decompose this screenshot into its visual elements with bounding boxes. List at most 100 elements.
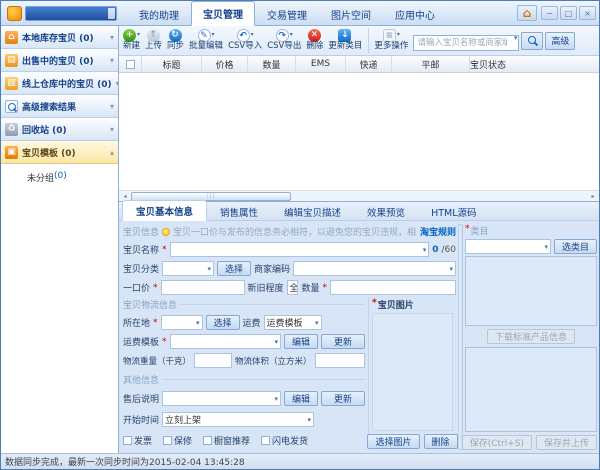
item-category-label: 宝贝分类 xyxy=(123,262,159,275)
toolbar-button-label: 删除 xyxy=(306,42,323,52)
search-input[interactable] xyxy=(413,35,519,51)
app-window: 我的助理 宝贝管理 交易管理 图片空间 应用中心 ⌂ − □ × xyxy=(0,0,600,470)
sidebar-item-local-inventory[interactable]: ⌂ 本地库存宝贝 (0) ▾ ▴ xyxy=(1,26,118,49)
tab-edit-description[interactable]: *编辑宝贝描述 xyxy=(271,202,354,221)
search-button[interactable] xyxy=(521,32,543,50)
tab-basic-info[interactable]: *宝贝基本信息 xyxy=(122,200,207,221)
maximize-button[interactable]: □ xyxy=(560,6,577,20)
search-dropdown-arrow-icon[interactable]: ▾ xyxy=(514,34,518,42)
grid-column-header[interactable]: 标题 xyxy=(141,56,201,72)
new-button[interactable]: + ▾ 新建 xyxy=(121,28,142,53)
search-icon xyxy=(527,35,538,46)
dropdown-arrow-icon: ▾ xyxy=(137,32,140,39)
select-image-button[interactable]: 选择图片 xyxy=(367,434,419,449)
title-bar: 我的助理 宝贝管理 交易管理 图片空间 应用中心 ⌂ − □ × xyxy=(1,1,599,26)
dropdown-arrow-icon: ▾ xyxy=(397,32,400,39)
sidebar-item-on-sale[interactable]: ▤ 出售中的宝贝 (0) ▾ ▴ xyxy=(1,49,118,72)
tab-sales-attributes[interactable]: *销售属性 xyxy=(207,202,271,221)
item-name-combo[interactable]: ▾ xyxy=(170,242,430,257)
advanced-search-button[interactable]: 高级 xyxy=(545,32,575,50)
section-title-logistics: 宝贝物流信息 xyxy=(123,298,177,311)
sidebar-subitem-ungrouped[interactable]: 未分组 (0) xyxy=(1,164,118,184)
sidebar-item-recycle-bin[interactable]: ♻ 回收站 (0) ▾ ▴ xyxy=(1,118,118,141)
aftersale-combo[interactable]: ▾ xyxy=(162,391,281,406)
choose-category-button[interactable]: 选择 xyxy=(217,261,251,276)
weight-input[interactable] xyxy=(194,353,232,368)
upload-button[interactable]: ↑ 上传 xyxy=(143,28,164,53)
quantity-input[interactable] xyxy=(330,280,456,295)
tab-html-source[interactable]: *HTML源码 xyxy=(418,202,489,221)
volume-input[interactable] xyxy=(315,353,365,368)
checkbox-invoice[interactable]: 发票 xyxy=(123,434,152,447)
price-input[interactable] xyxy=(161,280,245,295)
chevron-down-icon[interactable]: ▾ xyxy=(110,102,114,111)
checkbox-warranty[interactable]: 保修 xyxy=(163,434,192,447)
merchant-code-combo[interactable]: ▾ xyxy=(293,261,456,276)
toolbar-button-label: CSV导出 xyxy=(267,42,301,52)
sidebar-item-advanced-search-results[interactable]: 高级搜索结果 ▾ ▴ xyxy=(1,95,118,118)
close-button[interactable]: × xyxy=(579,6,596,20)
delete-image-button[interactable]: 删除 xyxy=(424,434,458,449)
grid-column-header[interactable]: 价格 xyxy=(201,56,247,72)
choose-location-button[interactable]: 选择 xyxy=(206,315,240,330)
account-selector[interactable] xyxy=(25,6,117,21)
category-combo[interactable]: ▾ xyxy=(465,239,551,254)
minimize-button[interactable]: − xyxy=(541,6,558,20)
more-actions-button[interactable]: ≡ ▾ 更多操作 xyxy=(368,28,410,53)
chevron-down-icon[interactable]: ▾ xyxy=(110,33,114,42)
choose-category-tree-button[interactable]: 选类目 xyxy=(554,239,597,254)
grid-column-header[interactable]: 平邮 xyxy=(391,56,469,72)
sync-button[interactable]: ↻ 同步 xyxy=(165,28,186,53)
select-all-checkbox[interactable] xyxy=(126,60,135,69)
sidebar-item-item-templates[interactable]: ▣ 宝贝模板 (0) ▾ ▴ xyxy=(1,141,118,164)
freight-combo[interactable]: 运费模板 ▾ xyxy=(264,315,322,330)
save-button[interactable]: 保存(Ctrl+S) xyxy=(462,435,532,450)
tab-my-assistant[interactable]: 我的助理 xyxy=(127,2,191,26)
grid-column-header[interactable]: 快递 xyxy=(345,56,391,72)
item-category-combo[interactable]: ▾ xyxy=(162,261,214,276)
tab-image-space[interactable]: 图片空间 xyxy=(319,2,383,26)
save-and-upload-button[interactable]: 保存并上传 xyxy=(536,435,597,450)
dropdown-arrow-icon: ▾ xyxy=(212,32,215,39)
chevron-down-icon[interactable]: ▾ xyxy=(116,79,118,88)
grid-column-header[interactable]: 数量 xyxy=(247,56,295,72)
start-time-combo[interactable]: 立刻上架 ▾ xyxy=(162,412,314,427)
panel-splitter[interactable] xyxy=(458,224,463,450)
freight-template-combo[interactable]: ▾ xyxy=(170,334,281,349)
checkbox-window-recommend[interactable]: 橱窗推荐 xyxy=(203,434,250,447)
main-nav-tabs: 我的助理 宝贝管理 交易管理 图片空间 应用中心 xyxy=(127,1,447,25)
chevron-up-icon[interactable]: ▴ xyxy=(110,148,114,157)
condition-combo[interactable]: 全新 ▾ xyxy=(287,280,299,295)
home-button[interactable]: ⌂ xyxy=(517,5,537,21)
location-combo[interactable]: ▾ xyxy=(161,315,203,330)
update-category-button[interactable]: ↓ 更新类目 xyxy=(326,28,364,53)
chevron-down-icon[interactable]: ▾ xyxy=(110,125,114,134)
update-freight-template-button[interactable]: 更新 xyxy=(321,334,365,349)
edit-aftersale-button[interactable]: 编辑 xyxy=(284,391,318,406)
start-time-label: 开始时间 xyxy=(123,413,159,426)
csv-export-button[interactable]: ↷ ▾ CSV导出 xyxy=(265,28,303,53)
update-aftersale-button[interactable]: 更新 xyxy=(321,391,365,406)
grid-column-header[interactable]: 宝贝状态 xyxy=(469,56,506,72)
freight-label: 运费 xyxy=(243,316,261,329)
chevron-down-icon[interactable]: ▾ xyxy=(110,56,114,65)
tab-trade-management[interactable]: 交易管理 xyxy=(255,2,319,26)
csv-import-button[interactable]: ↶ ▾ CSV导入 xyxy=(226,28,264,53)
store-icon: ⌂ xyxy=(5,31,18,44)
checkbox xyxy=(123,436,132,445)
item-grid-body[interactable] xyxy=(119,73,599,190)
checkbox-lightning-shipping[interactable]: 闪电发货 xyxy=(261,434,308,447)
download-product-info-button[interactable]: 下载标准产品信息 xyxy=(487,329,575,344)
sidebar-item-online-warehouse[interactable]: ▥ 线上仓库中的宝贝 (0) ▾ ▴ xyxy=(1,72,118,95)
scroll-right-arrow[interactable]: ▸ xyxy=(587,191,599,202)
taobao-rules-link[interactable]: 淘宝规则 xyxy=(420,225,456,238)
grid-column-header[interactable]: EMS xyxy=(295,56,345,72)
checkbox xyxy=(261,436,270,445)
batch-edit-button[interactable]: ✎ ▾ 批量编辑 xyxy=(187,28,225,53)
edit-freight-template-button[interactable]: 编辑 xyxy=(284,334,318,349)
tab-effect-preview[interactable]: *效果预览 xyxy=(354,202,418,221)
tab-app-center[interactable]: 应用中心 xyxy=(383,2,447,26)
delete-button[interactable]: ✕ 删除 xyxy=(304,28,325,53)
tab-item-management[interactable]: 宝贝管理 xyxy=(191,1,255,26)
condition-label: 新旧程度 xyxy=(248,281,284,294)
